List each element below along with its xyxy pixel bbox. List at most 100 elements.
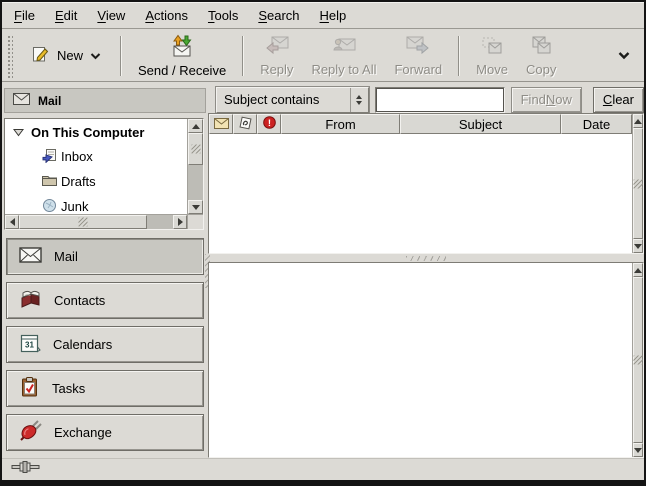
message-list-pane: ! From Subject Date xyxy=(208,113,644,254)
sidebar-header: Mail xyxy=(4,88,206,113)
evolution-window: File Edit View Actions Tools Search Help… xyxy=(0,0,646,486)
toolbar-separator xyxy=(242,36,244,76)
preview-body[interactable] xyxy=(209,263,632,457)
shortcut-contacts-button[interactable]: Contacts xyxy=(6,282,204,319)
forward-label: Forward xyxy=(394,62,442,77)
tree-item-label: Junk xyxy=(61,199,88,214)
reply-button[interactable]: Reply xyxy=(251,32,302,80)
tree-vertical-scrollbar[interactable] xyxy=(187,119,203,214)
shortcut-exchange-button[interactable]: Exchange xyxy=(6,414,204,451)
compose-icon xyxy=(31,45,50,67)
tree-item-junk[interactable]: Junk xyxy=(5,194,187,214)
contacts-icon xyxy=(19,289,42,312)
scrollbar-track[interactable] xyxy=(147,215,173,229)
toolbar-separator xyxy=(120,36,122,76)
reply-to-all-button[interactable]: Reply to All xyxy=(302,32,385,80)
column-priority[interactable]: ! xyxy=(257,114,281,134)
toolbar-overflow-button[interactable] xyxy=(612,43,636,69)
move-label: Move xyxy=(476,62,508,77)
column-from[interactable]: From xyxy=(281,114,400,134)
message-list-body[interactable] xyxy=(209,134,632,253)
scroll-down-button[interactable] xyxy=(633,239,643,253)
forward-button[interactable]: Forward xyxy=(385,32,451,80)
tree-item-label: Inbox xyxy=(61,149,93,164)
mail-icon xyxy=(19,247,42,266)
copy-button[interactable]: Copy xyxy=(517,32,565,80)
scroll-up-button[interactable] xyxy=(188,119,203,133)
search-filter-value: Subject contains xyxy=(217,92,350,107)
junk-folder-icon xyxy=(41,197,58,214)
menu-view[interactable]: View xyxy=(87,4,135,27)
shortcut-calendars-button[interactable]: 31 Calendars xyxy=(6,326,204,363)
scrollbar-thumb[interactable] xyxy=(19,215,147,229)
drafts-folder-icon xyxy=(41,172,58,191)
scroll-left-button[interactable] xyxy=(5,215,19,229)
column-date[interactable]: Date xyxy=(561,114,632,134)
column-message-status[interactable] xyxy=(209,114,233,134)
column-subject[interactable]: Subject xyxy=(400,114,561,134)
preview-scrollbar[interactable] xyxy=(632,263,643,457)
scroll-up-button[interactable] xyxy=(633,263,643,277)
column-attachment[interactable] xyxy=(233,114,257,134)
scroll-down-button[interactable] xyxy=(188,200,203,214)
menu-tools[interactable]: Tools xyxy=(198,4,248,27)
find-now-button[interactable]: Find Now xyxy=(511,87,582,113)
move-button[interactable]: Move xyxy=(467,32,517,80)
shortcut-tasks-button[interactable]: Tasks xyxy=(6,370,204,407)
attachment-icon xyxy=(238,116,252,133)
scroll-right-button[interactable] xyxy=(173,215,187,229)
menu-help[interactable]: Help xyxy=(310,4,357,27)
menu-actions[interactable]: Actions xyxy=(135,4,198,27)
toolbar-drag-handle[interactable] xyxy=(6,34,13,78)
new-button[interactable]: New xyxy=(19,34,113,78)
scrollbar-thumb[interactable] xyxy=(188,133,203,165)
clear-button[interactable]: Clear xyxy=(593,87,644,113)
send-receive-label: Send / Receive xyxy=(138,63,226,78)
svg-text:!: ! xyxy=(267,118,270,129)
menu-file[interactable]: File xyxy=(4,4,45,27)
move-icon xyxy=(480,35,504,60)
reply-to-all-label: Reply to All xyxy=(311,62,376,77)
scrollbar-thumb[interactable] xyxy=(633,128,643,239)
menu-edit[interactable]: Edit xyxy=(45,4,87,27)
scroll-down-button[interactable] xyxy=(633,443,643,457)
tree-item-inbox[interactable]: Inbox xyxy=(5,144,187,169)
shortcut-label: Exchange xyxy=(54,425,112,440)
menu-bar: File Edit View Actions Tools Search Help xyxy=(2,2,644,29)
search-filter-dropdown[interactable]: Subject contains xyxy=(216,87,369,113)
priority-icon: ! xyxy=(263,116,276,132)
menu-search[interactable]: Search xyxy=(248,4,309,27)
scrollbar-thumb[interactable] xyxy=(633,277,643,443)
pane-splitter[interactable] xyxy=(208,254,644,262)
search-bar: Subject contains Find Now Clear xyxy=(208,86,644,113)
copy-label: Copy xyxy=(526,62,556,77)
tasks-icon xyxy=(19,376,40,401)
search-input[interactable] xyxy=(375,87,505,113)
mail-header-icon xyxy=(13,93,30,108)
expander-icon[interactable] xyxy=(13,125,24,140)
shortcut-mail-button[interactable]: Mail xyxy=(6,238,204,275)
toolbar: New Send / Receive xyxy=(2,30,644,82)
online-connector-icon[interactable] xyxy=(11,460,41,479)
new-button-label: New xyxy=(57,48,83,63)
shortcut-label: Contacts xyxy=(54,293,105,308)
tree-item-on-this-computer[interactable]: On This Computer xyxy=(5,123,187,144)
scrollbar-track[interactable] xyxy=(188,165,203,200)
calendar-icon: 31 xyxy=(19,333,41,357)
shortcut-label: Calendars xyxy=(53,337,112,352)
status-bar xyxy=(2,458,644,480)
scroll-up-button[interactable] xyxy=(633,114,643,128)
folder-tree: On This Computer Inbox xyxy=(4,118,204,230)
preview-pane xyxy=(208,262,644,458)
shortcut-label: Tasks xyxy=(52,381,85,396)
copy-icon xyxy=(529,35,553,60)
tree-item-drafts[interactable]: Drafts xyxy=(5,169,187,194)
message-list-scrollbar[interactable] xyxy=(632,114,643,253)
shortcut-label: Mail xyxy=(54,249,78,264)
send-receive-button[interactable]: Send / Receive xyxy=(129,32,235,80)
splitter-grip-icon xyxy=(406,256,446,261)
reply-icon xyxy=(264,35,290,60)
message-status-icon xyxy=(214,117,229,132)
reply-label: Reply xyxy=(260,62,293,77)
tree-horizontal-scrollbar[interactable] xyxy=(5,214,187,229)
